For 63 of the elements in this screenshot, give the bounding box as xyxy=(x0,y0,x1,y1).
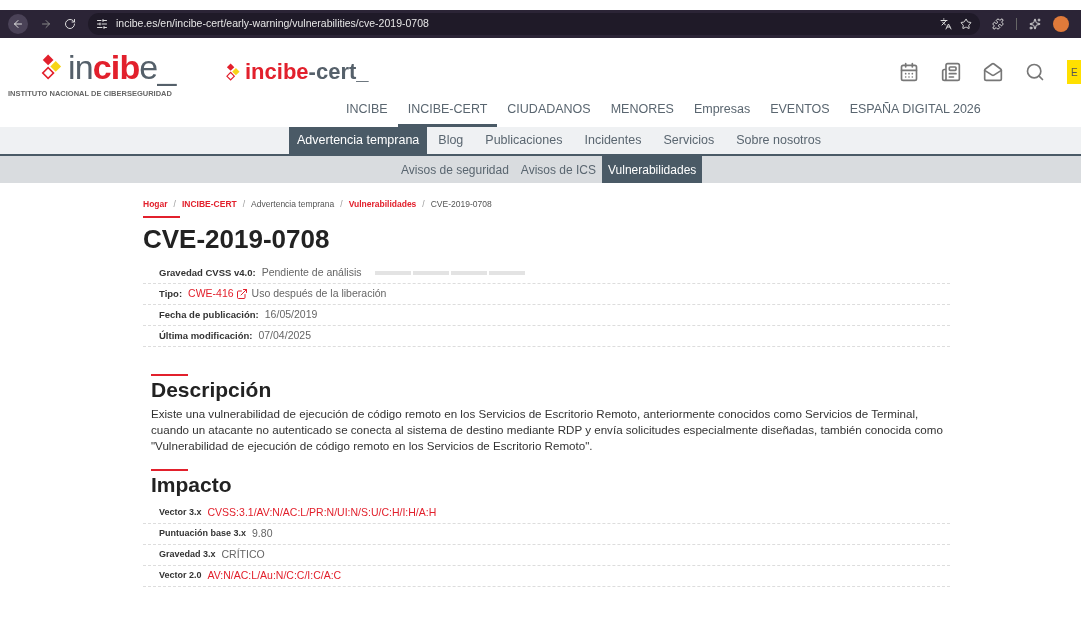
extensions-icon[interactable] xyxy=(992,18,1004,30)
breadcrumb-link[interactable]: Vulnerabilidades xyxy=(348,198,417,211)
profile-avatar[interactable] xyxy=(1053,16,1069,32)
detail-label: Puntuación base 3.x xyxy=(159,527,247,540)
section-heading: Descripción xyxy=(151,376,273,403)
detail-label: Vector 2.0 xyxy=(159,569,202,582)
main-nav-link[interactable]: CIUDADANOS xyxy=(497,96,601,127)
detail-label: Gravedad 3.x xyxy=(159,548,216,561)
detail-value: Uso después de la liberación xyxy=(251,285,387,301)
breadcrumb-separator: / xyxy=(242,198,246,211)
newsletter-icon[interactable] xyxy=(983,62,1003,82)
detail-value: 16/05/2019 xyxy=(264,306,318,322)
breadcrumb-separator: / xyxy=(340,198,343,211)
bookmark-star-icon[interactable] xyxy=(960,18,972,30)
detail-link[interactable]: CVSS:3.1/AV:N/AC:L/PR:N/UI:N/S:U/C:H/I:H/A:H xyxy=(207,504,437,521)
url-text: incibe.es/en/incibe-cert/early-warning/vulnerabilities/cve-2019-0708 xyxy=(116,16,429,32)
section-nav-tab[interactable]: Servicios xyxy=(655,127,723,154)
detail-label: Última modificación: xyxy=(159,328,253,343)
calendar-icon[interactable] xyxy=(899,62,919,82)
external-link-icon xyxy=(235,287,248,300)
breadcrumb-link[interactable]: Hogar xyxy=(143,198,168,211)
description-paragraph: Existe una vulnerabilidad de ejecución de código remoto en los Servicios de Escritorio Remoto, anteriormente conocidos como Servicios de Terminal, cuando un atacante no autenticado se conecta al sistema de destino mediante RDP y envía solicitudes especialmente diseñadas, también conocida como "Vulnerabilidad de ejecución de código remoto en los Servicios de Escritorio Remoto". xyxy=(151,405,943,454)
detail-label: Fecha de publicación: xyxy=(159,307,259,322)
detail-label: Vector 3.x xyxy=(159,506,202,519)
detail-value: CRÍTICO xyxy=(221,546,265,562)
section-nav-tab[interactable]: Blog xyxy=(430,127,472,154)
main-nav-link[interactable]: Empresas xyxy=(683,96,761,127)
sub-nav-tab[interactable]: Vulnerabilidades xyxy=(602,156,703,183)
newspaper-icon[interactable] xyxy=(941,62,961,82)
breadcrumb-link[interactable]: INCIBE-CERT xyxy=(181,198,237,211)
main-nav-link[interactable]: ESPAÑA DIGITAL 2026 xyxy=(839,96,991,127)
detail-value: 9.80 xyxy=(252,525,273,541)
sub-nav-tab[interactable]: Avisos de seguridad xyxy=(395,156,515,183)
detail-label: Gravedad CVSS v4.0: xyxy=(159,265,256,280)
breadcrumb-separator: / xyxy=(173,198,176,211)
detail-value: Pendiente de análisis xyxy=(261,264,362,280)
main-nav-link[interactable]: EVENTOS xyxy=(760,96,840,127)
detail-link[interactable]: AV:N/AC:L/Au:N/C:C/I:C/A:C xyxy=(207,567,342,584)
incibe-cert-logo[interactable]: incibe-cert_ xyxy=(245,60,369,84)
section-heading: Impacto xyxy=(151,471,233,498)
back-icon[interactable] xyxy=(8,14,28,34)
breadcrumb-text: CVE-2019-0708 xyxy=(430,198,492,211)
main-nav-link[interactable]: INCIBE xyxy=(336,96,398,127)
detail-link[interactable]: CWE-416 xyxy=(188,285,234,302)
section-nav-tab[interactable]: Advertencia temprana xyxy=(289,127,428,154)
section-nav-tab[interactable]: Publicaciones xyxy=(477,127,571,154)
assistant-icon[interactable] xyxy=(1029,18,1041,30)
search-icon[interactable] xyxy=(1025,62,1045,82)
section-nav-tab[interactable]: Incidentes xyxy=(576,127,650,154)
page-title: CVE-2019-0708 xyxy=(143,222,331,256)
reload-icon[interactable] xyxy=(64,18,76,30)
section-nav-tab[interactable]: Sobre nosotros xyxy=(728,127,829,154)
site-settings-icon[interactable] xyxy=(96,18,108,30)
language-button[interactable]: E xyxy=(1067,60,1081,84)
detail-value: 07/04/2025 xyxy=(258,327,311,343)
address-bar[interactable]: incibe.es/en/incibe-cert/early-warning/vulnerabilities/cve-2019-0708 xyxy=(88,13,980,35)
breadcrumb-separator: / xyxy=(422,198,425,211)
translate-icon[interactable] xyxy=(940,18,952,30)
breadcrumb-text: Advertencia temprana xyxy=(251,198,335,211)
detail-label: Tipo: xyxy=(159,286,183,301)
forward-icon[interactable] xyxy=(40,18,52,30)
main-nav-link[interactable]: MENORES xyxy=(600,96,684,127)
sub-nav-tab[interactable]: Avisos de ICS xyxy=(514,156,602,183)
